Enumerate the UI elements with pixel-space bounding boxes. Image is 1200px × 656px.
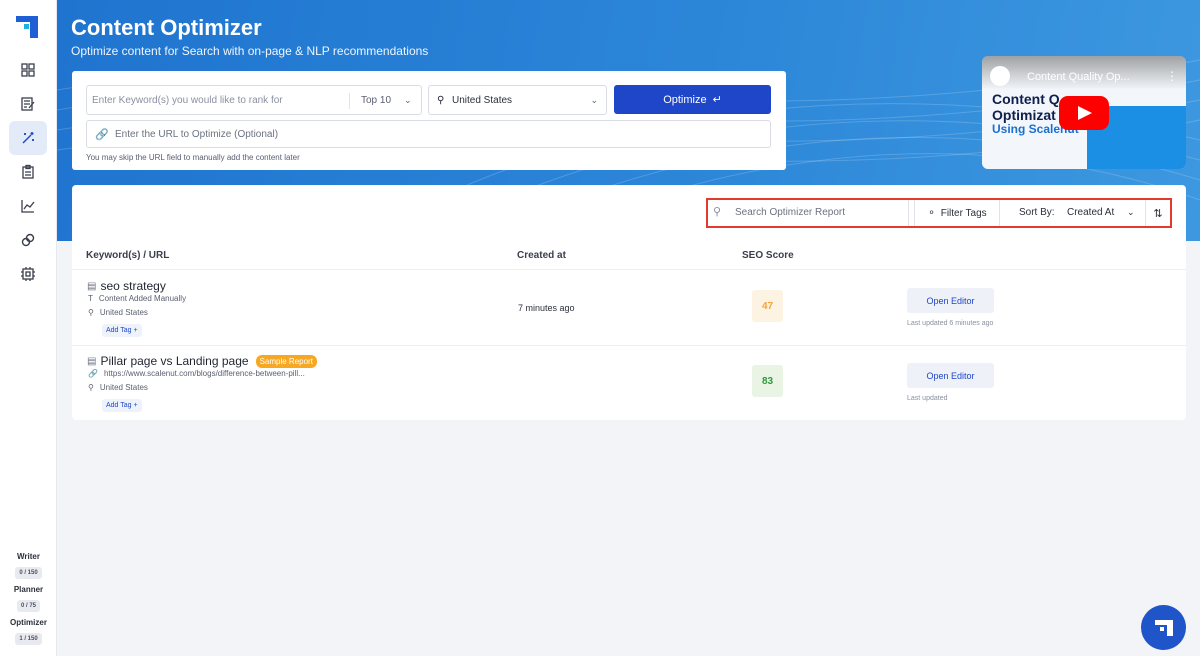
row-source: 🔗 https://www.scalenut.com/blogs/differe…	[88, 369, 305, 378]
tutorial-video-thumbnail[interactable]: Content Q Optimizat Using Scalenut Conte…	[982, 56, 1186, 169]
last-updated: Last updated	[907, 395, 948, 402]
usage-label: Optimizer	[10, 618, 47, 627]
country-select[interactable]: ⚲ United States ⌄	[428, 85, 607, 115]
page-subtitle: Optimize content for Search with on-page…	[71, 44, 429, 58]
open-editor-button[interactable]: Open Editor	[907, 288, 994, 313]
add-tag-button[interactable]: Add Tag +	[102, 399, 142, 412]
last-updated: Last updated 6 minutes ago	[907, 320, 994, 327]
url-placeholder: Enter the URL to Optimize (Optional)	[115, 129, 279, 140]
header-keyword: Keyword(s) / URL	[86, 250, 170, 261]
link-icon: 🔗	[95, 129, 109, 141]
scalenut-logo[interactable]	[16, 16, 38, 38]
row-country: ⚲ United States	[88, 383, 148, 392]
open-editor-button[interactable]: Open Editor	[907, 363, 994, 388]
chevron-down-icon: ⌄	[590, 95, 598, 105]
row-keyword[interactable]: ▤ Pillar page vs Landing page Sample Rep…	[87, 354, 317, 368]
usage-count: 0 / 150	[15, 567, 42, 579]
optimize-button[interactable]: Optimize ↵	[614, 85, 771, 114]
reports-panel: ⚲ Search Optimizer Report ⚬ Filter Tags …	[72, 185, 1186, 420]
document-icon: ▤	[87, 355, 97, 367]
table-row[interactable]: ▤ seo strategy T Content Added Manually …	[72, 271, 1186, 346]
url-hint: You may skip the URL field to manually a…	[86, 153, 300, 162]
keyword-placeholder: Enter Keyword(s) you would like to rank …	[92, 95, 283, 106]
chevron-down-icon: ⌄	[1127, 207, 1135, 217]
search-icon: ⚲	[713, 206, 722, 218]
chart-line-icon[interactable]	[9, 189, 47, 223]
usage-writer: Writer 0 / 150	[0, 552, 57, 579]
filter-tags-button[interactable]: ⚬ Filter Tags	[914, 200, 1000, 226]
add-tag-button[interactable]: Add Tag +	[102, 324, 142, 337]
writer-edit-icon[interactable]	[9, 87, 47, 121]
seo-score-badge: 47	[752, 290, 783, 322]
sort-label: Sort By:	[1019, 207, 1055, 218]
header-created: Created at	[517, 250, 566, 261]
link-icon[interactable]	[9, 223, 47, 257]
more-vert-icon[interactable]: ⋮	[1166, 69, 1178, 83]
search-placeholder: Search Optimizer Report	[735, 207, 846, 218]
video-title-line: Content Q	[992, 91, 1060, 107]
keyword-text: Pillar page vs Landing page	[100, 354, 249, 368]
magic-wand-icon[interactable]	[9, 121, 47, 155]
country-text: United States	[99, 383, 148, 392]
link-icon: 🔗	[88, 369, 98, 378]
location-pin-icon: ⚲	[88, 383, 94, 392]
filter-tags-label: Filter Tags	[940, 207, 987, 219]
chevron-down-icon[interactable]: ⌄	[404, 95, 412, 106]
dashboard-grid-icon[interactable]	[9, 53, 47, 87]
usage-count: 0 / 75	[16, 600, 40, 612]
youtube-play-icon[interactable]	[1059, 96, 1109, 130]
table-row[interactable]: ▤ Pillar page vs Landing page Sample Rep…	[72, 346, 1186, 421]
enter-arrow-icon: ↵	[712, 94, 722, 106]
video-name: Content Quality Op...	[1027, 71, 1130, 83]
url-input[interactable]: 🔗 Enter the URL to Optimize (Optional)	[86, 120, 771, 148]
document-icon: ▤	[87, 280, 97, 292]
sort-order-icon[interactable]: ⇅	[1145, 200, 1170, 226]
usage-label: Planner	[13, 585, 44, 594]
top-results-select[interactable]: Top 10	[361, 95, 391, 106]
country-text: United States	[99, 308, 148, 317]
row-country: ⚲ United States	[88, 308, 148, 317]
text-icon: T	[88, 294, 93, 303]
keyword-text: seo strategy	[100, 279, 166, 293]
divider	[349, 93, 350, 109]
video-title-line: Optimizat	[992, 107, 1056, 123]
header-score: SEO Score	[742, 250, 794, 261]
optimize-form-card: Enter Keyword(s) you would like to rank …	[72, 71, 786, 170]
keyword-input[interactable]: Enter Keyword(s) you would like to rank …	[86, 85, 422, 115]
created-time: 7 minutes ago	[518, 303, 575, 313]
support-chat-button[interactable]	[1141, 605, 1186, 650]
source-text: https://www.scalenut.com/blogs/differenc…	[103, 369, 305, 378]
usage-count: 1 / 150	[15, 633, 42, 645]
row-source: T Content Added Manually	[88, 294, 186, 303]
usage-planner: Planner 0 / 75	[0, 585, 57, 612]
location-pin-icon: ⚲	[88, 308, 94, 317]
country-value: United States	[452, 95, 513, 106]
usage-optimizer: Optimizer 1 / 150	[0, 618, 57, 645]
sidebar: Writer 0 / 150 Planner 0 / 75 Optimizer …	[0, 0, 57, 656]
reports-toolbar: ⚲ Search Optimizer Report ⚬ Filter Tags …	[706, 198, 1172, 228]
table-header: Keyword(s) / URL Created at SEO Score	[72, 244, 1186, 270]
report-search-input[interactable]: ⚲ Search Optimizer Report	[708, 200, 909, 226]
chip-icon[interactable]	[9, 257, 47, 291]
sort-value: Created At	[1067, 207, 1115, 218]
tag-icon: ⚬	[927, 207, 936, 219]
row-keyword[interactable]: ▤ seo strategy	[87, 279, 166, 293]
scalenut-logo-icon	[1154, 619, 1173, 636]
page-title: Content Optimizer	[71, 15, 262, 40]
clipboard-icon[interactable]	[9, 155, 47, 189]
channel-logo-icon	[990, 66, 1010, 86]
seo-score-badge: 83	[752, 365, 783, 397]
sample-report-badge: Sample Report	[255, 354, 317, 368]
source-text: Content Added Manually	[98, 294, 187, 303]
sort-select[interactable]: Sort By: Created At ⌄	[1005, 200, 1145, 226]
usage-label: Writer	[17, 552, 40, 561]
location-pin-icon: ⚲	[437, 95, 445, 106]
optimize-label: Optimize	[663, 93, 707, 106]
